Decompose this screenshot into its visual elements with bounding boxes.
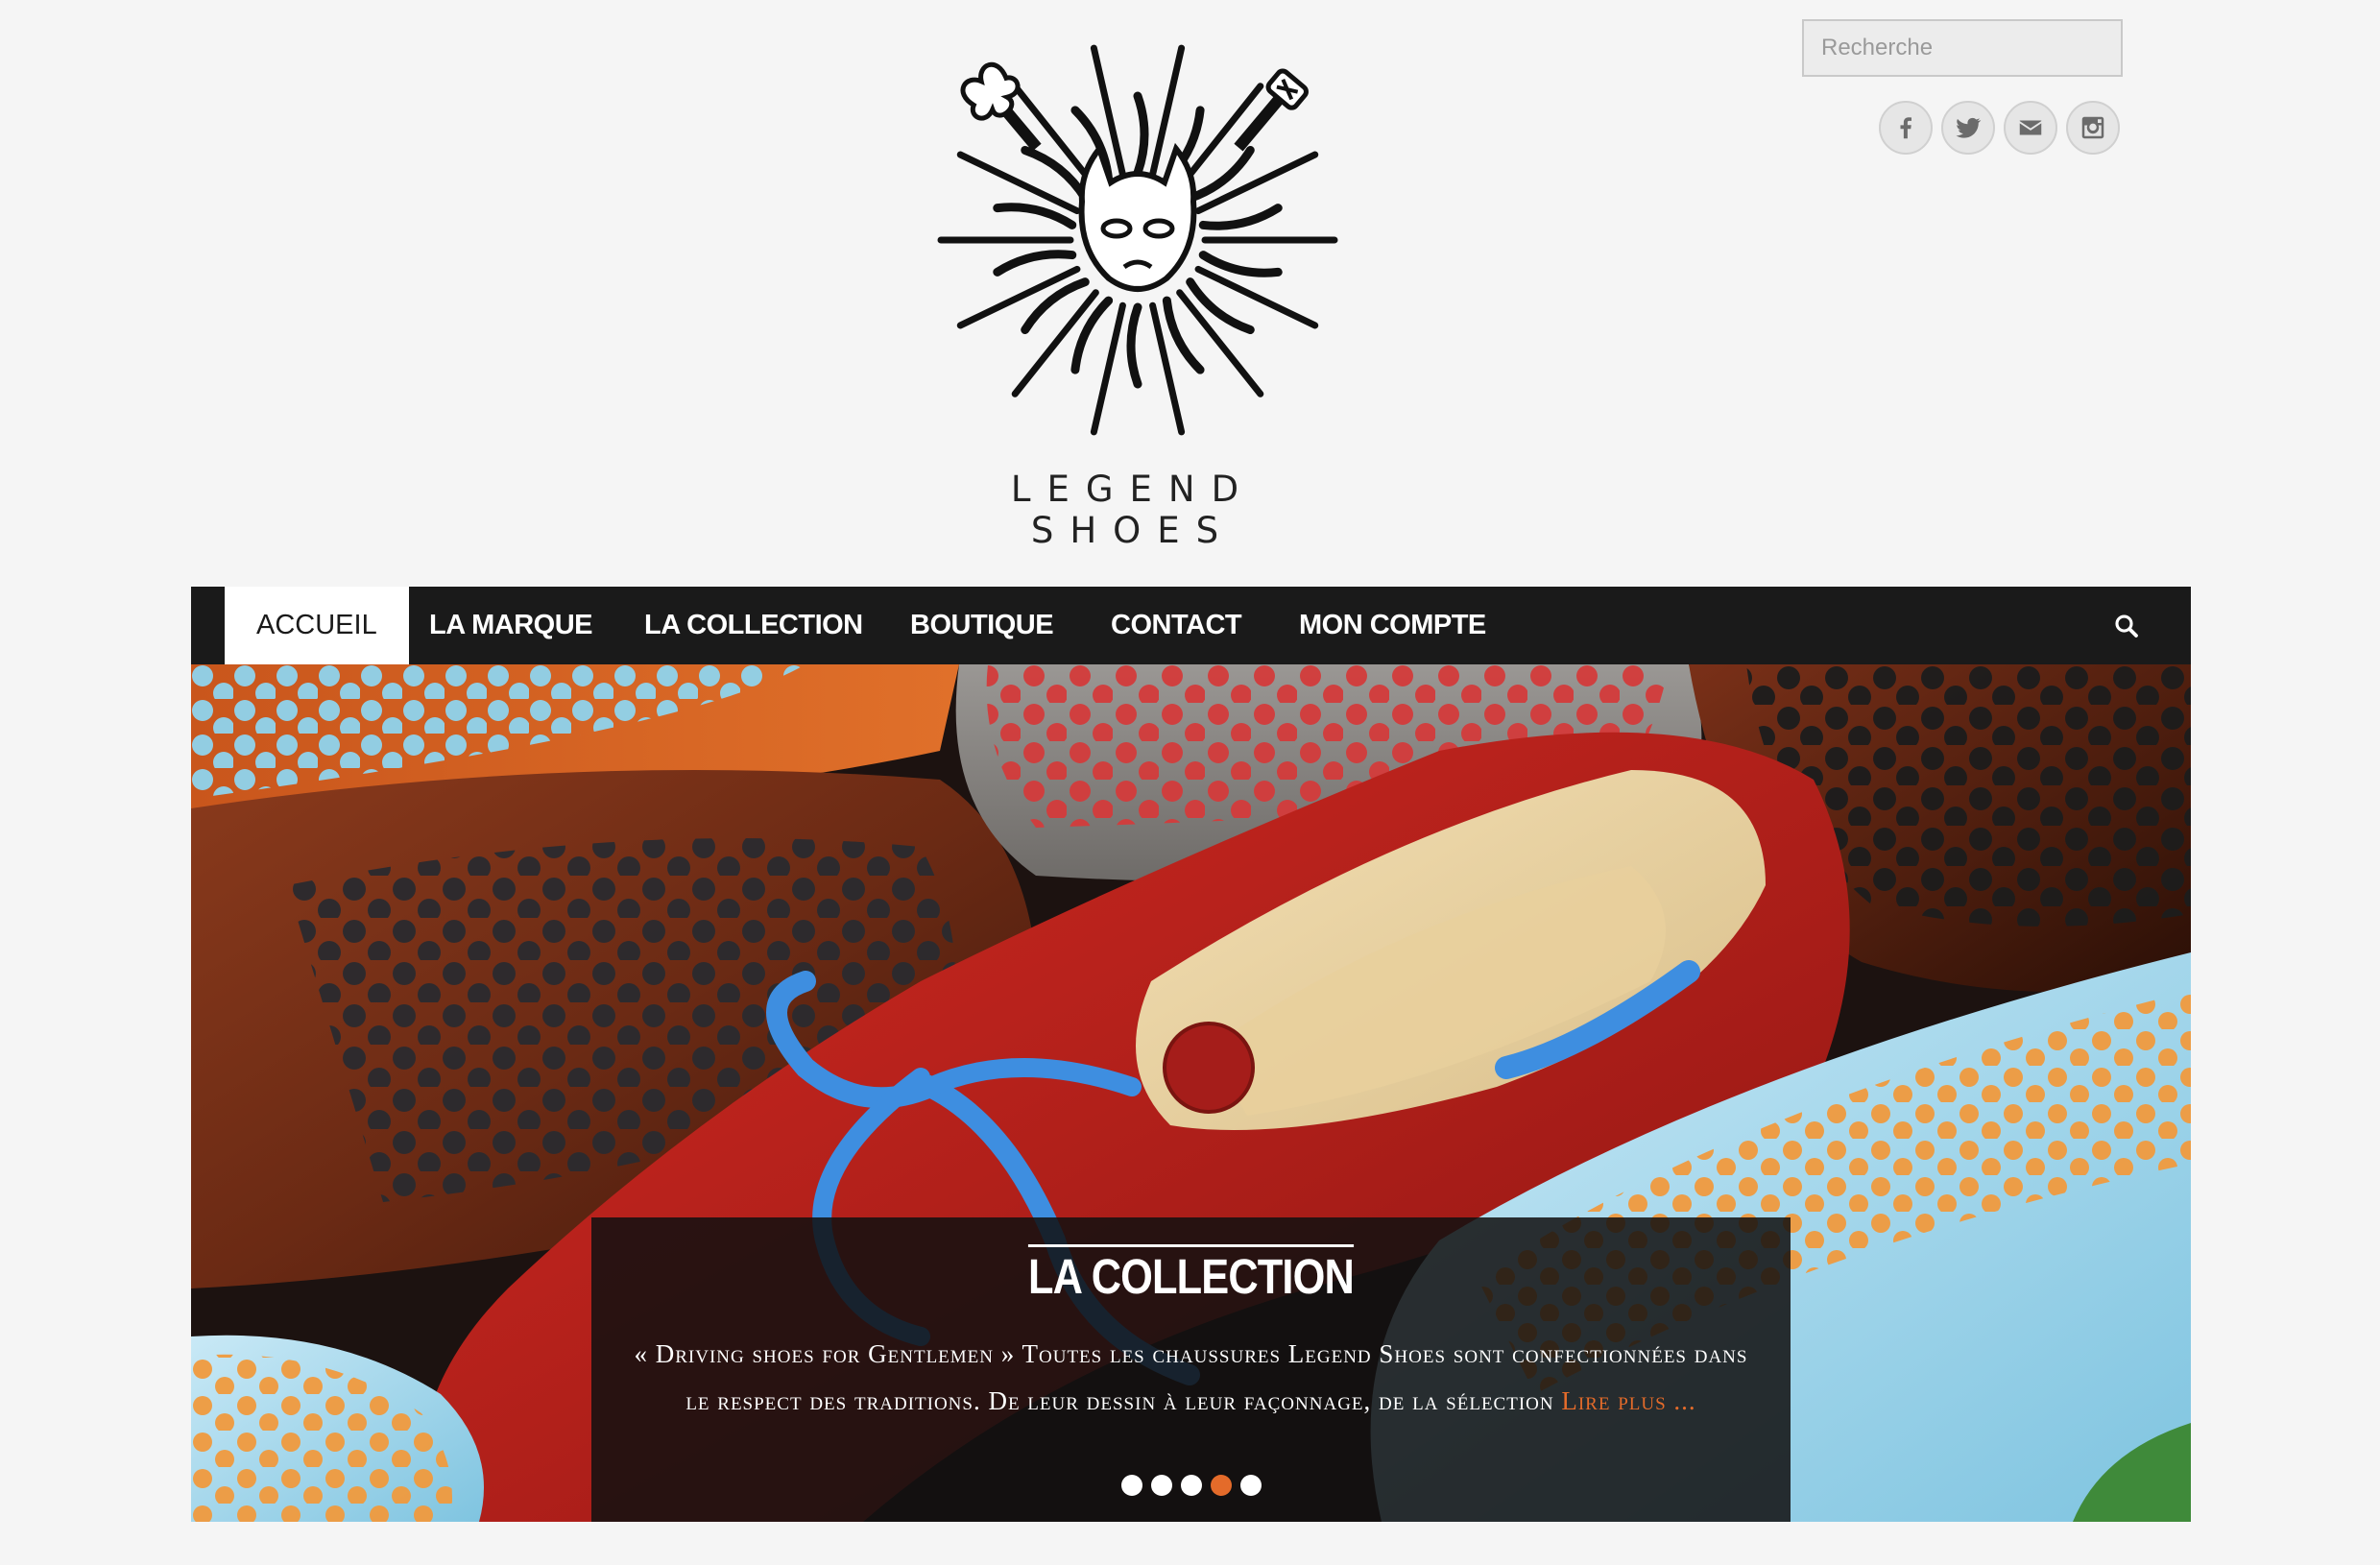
- logo-ray: [956, 151, 1081, 215]
- logo-ray: [1133, 91, 1149, 178]
- slide-text: « Driving shoes for Gentlemen » Toutes l…: [634, 1339, 1748, 1415]
- slider-dot[interactable]: [1180, 1475, 1202, 1496]
- logo-ray: [1194, 265, 1319, 329]
- hero-slider: LA COLLECTION « Driving shoes for Gentle…: [191, 664, 2191, 1522]
- nav-item-boutique[interactable]: BOUTIQUE: [910, 587, 1054, 664]
- search-icon: [2115, 614, 2138, 638]
- email-button[interactable]: [2004, 101, 2057, 155]
- logo-ray: [993, 250, 1077, 277]
- logo-ray: [1198, 204, 1283, 230]
- nav-item-la-collection[interactable]: LA COLLECTION: [644, 587, 863, 664]
- slider-dot[interactable]: [1150, 1475, 1172, 1496]
- nav-item-la-marque[interactable]: LA MARQUE: [429, 587, 593, 664]
- facebook-button[interactable]: [1879, 101, 1933, 155]
- slider-dot[interactable]: [1210, 1475, 1232, 1496]
- logo-ray: [1090, 301, 1126, 436]
- read-more-link[interactable]: Lire plus ...: [1561, 1386, 1695, 1415]
- email-icon: [2019, 120, 2042, 135]
- twitter-icon: [1956, 117, 1982, 138]
- logo-ray: [1149, 301, 1186, 436]
- slider-dot[interactable]: [1120, 1475, 1142, 1496]
- nav-item-contact[interactable]: CONTACT: [1111, 587, 1242, 664]
- nav-item-mon-compte[interactable]: MON COMPTE: [1299, 587, 1486, 664]
- logo-ray: [993, 203, 1077, 229]
- instagram-icon: [2081, 116, 2104, 139]
- nav-search-button[interactable]: [2112, 612, 2141, 640]
- social-links: [1879, 101, 2120, 155]
- main-navigation: ACCUEIL LA MARQUE LA COLLECTION BOUTIQUE…: [191, 587, 2191, 664]
- search-input[interactable]: [1802, 19, 2123, 77]
- logo-ray: [1176, 289, 1264, 397]
- slider-pagination: [591, 1475, 1791, 1496]
- slider-dot[interactable]: [1239, 1475, 1262, 1496]
- brand-name: LEGEND SHOES: [1010, 469, 1256, 551]
- logo-ray: [1126, 302, 1142, 389]
- logo-ray: [1198, 251, 1283, 277]
- slide-caption: LA COLLECTION « Driving shoes for Gentle…: [591, 1217, 1791, 1522]
- facebook-icon: [1900, 117, 1911, 139]
- slide-title[interactable]: LA COLLECTION: [682, 1244, 1701, 1305]
- legend-shoes-logo: [937, 44, 1338, 436]
- twitter-button[interactable]: [1941, 101, 1995, 155]
- nav-item-accueil[interactable]: ACCUEIL: [225, 587, 409, 664]
- instagram-button[interactable]: [2066, 101, 2120, 155]
